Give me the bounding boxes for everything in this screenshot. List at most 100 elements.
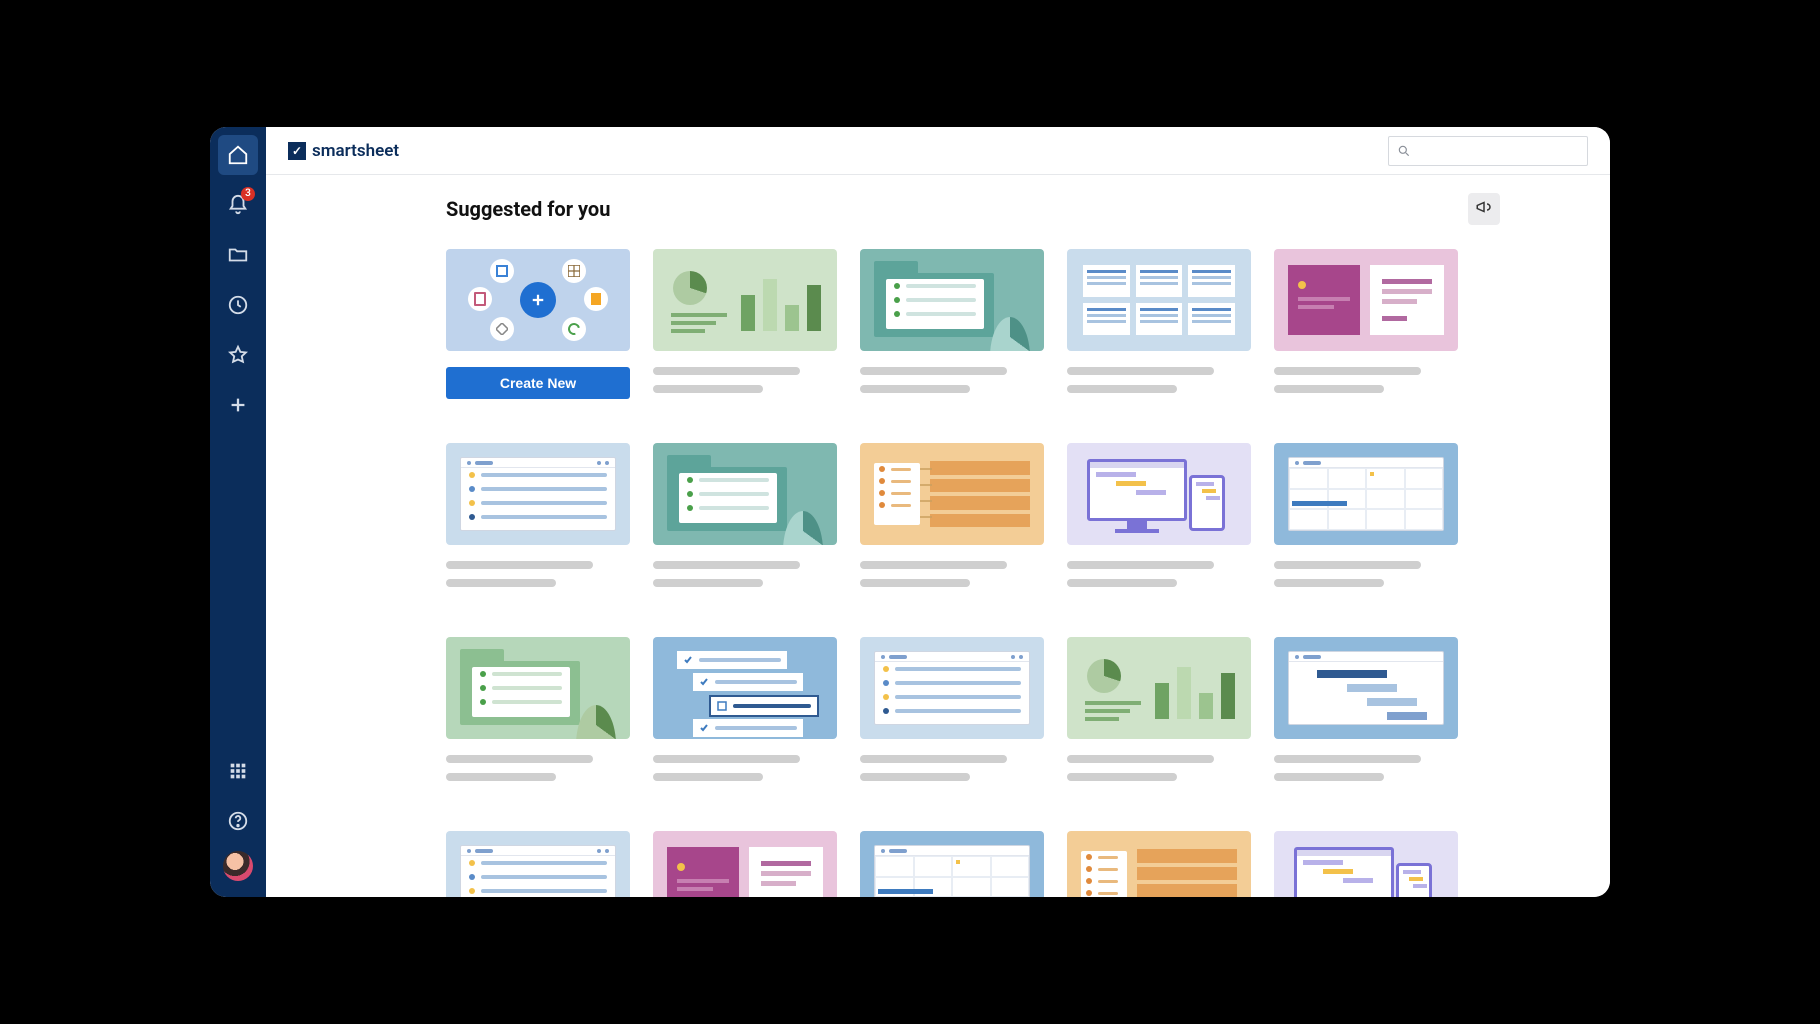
template-thumb-gantt-devices — [1067, 443, 1251, 545]
placeholder-line — [1067, 561, 1214, 569]
section-header: Suggested for you — [446, 193, 1500, 225]
template-thumb-folder-checklist — [653, 443, 837, 545]
template-thumb-kanban-blue — [1067, 249, 1251, 351]
placeholder-line — [860, 561, 1007, 569]
search-input[interactable] — [1388, 136, 1588, 166]
template-thumb-doc-pink — [653, 831, 837, 897]
template-card[interactable] — [1067, 249, 1251, 403]
placeholder-line — [1274, 755, 1421, 763]
create-new-button[interactable]: Create New — [446, 367, 630, 399]
template-thumb-list-blue — [446, 443, 630, 545]
placeholder-line — [860, 385, 970, 393]
nav-help[interactable] — [218, 801, 258, 841]
placeholder-line — [653, 385, 763, 393]
template-card[interactable] — [446, 443, 630, 597]
brand-name: smartsheet — [312, 141, 399, 161]
nav-notifications[interactable]: 3 — [218, 185, 258, 225]
template-card[interactable] — [1274, 443, 1458, 597]
template-card[interactable] — [1067, 443, 1251, 597]
template-grid: Create New — [446, 249, 1500, 897]
folder-icon — [227, 244, 249, 266]
create-new-card: Create New — [446, 249, 630, 403]
notification-badge: 3 — [241, 187, 255, 201]
template-card[interactable] — [1274, 249, 1458, 403]
template-card[interactable] — [860, 637, 1044, 791]
placeholder-line — [1067, 367, 1214, 375]
nav-add[interactable] — [218, 385, 258, 425]
placeholder-line — [1274, 385, 1384, 393]
create-new-thumb — [446, 249, 630, 351]
placeholder-line — [860, 773, 970, 781]
template-thumb-gantt-blue — [1274, 637, 1458, 739]
placeholder-line — [1274, 367, 1421, 375]
template-card[interactable] — [653, 443, 837, 597]
placeholder-line — [860, 755, 1007, 763]
placeholder-line — [1067, 773, 1177, 781]
nav-home[interactable] — [218, 135, 258, 175]
content-area: Suggested for you — [266, 175, 1610, 897]
placeholder-line — [1274, 773, 1384, 781]
home-icon — [227, 144, 249, 166]
template-card[interactable] — [653, 831, 837, 897]
user-avatar[interactable] — [223, 851, 253, 881]
template-card[interactable] — [653, 249, 837, 403]
template-card[interactable] — [446, 637, 630, 791]
nav-folder[interactable] — [218, 235, 258, 275]
placeholder-line — [446, 755, 593, 763]
nav-recents[interactable] — [218, 285, 258, 325]
template-thumb-folder-checklist-green — [446, 637, 630, 739]
template-thumb-report-orange — [860, 443, 1044, 545]
nav-apps[interactable] — [218, 751, 258, 791]
template-thumb-folder-checklist — [860, 249, 1044, 351]
template-thumb-report-orange — [1067, 831, 1251, 897]
template-card[interactable] — [653, 637, 837, 791]
template-thumb-doc-pink — [1274, 249, 1458, 351]
placeholder-line — [860, 579, 970, 587]
placeholder-line — [653, 773, 763, 781]
placeholder-line — [446, 579, 556, 587]
template-thumb-list-blue — [860, 637, 1044, 739]
main-region: ✓ smartsheet Suggested for you — [266, 127, 1610, 897]
clock-icon — [227, 294, 249, 316]
template-thumb-dashboard-green — [653, 249, 837, 351]
apps-grid-icon — [227, 760, 249, 782]
template-card[interactable] — [860, 831, 1044, 897]
placeholder-line — [653, 579, 763, 587]
placeholder-line — [446, 561, 593, 569]
placeholder-line — [653, 755, 800, 763]
placeholder-line — [653, 561, 800, 569]
brand[interactable]: ✓ smartsheet — [288, 141, 399, 161]
placeholder-line — [653, 367, 800, 375]
star-icon — [227, 344, 249, 366]
placeholder-line — [860, 367, 1007, 375]
app-window: 3 — [210, 127, 1610, 897]
placeholder-line — [1274, 579, 1384, 587]
brand-logo-icon: ✓ — [288, 142, 306, 160]
placeholder-line — [446, 773, 556, 781]
template-thumb-calendar-blue — [1274, 443, 1458, 545]
placeholder-line — [1067, 579, 1177, 587]
left-sidebar: 3 — [210, 127, 266, 897]
search-icon — [1397, 144, 1411, 158]
top-bar: ✓ smartsheet — [266, 127, 1610, 175]
template-card[interactable] — [1274, 831, 1458, 897]
template-card[interactable] — [1067, 637, 1251, 791]
template-card[interactable] — [1067, 831, 1251, 897]
template-thumb-gantt-devices — [1274, 831, 1458, 897]
template-thumb-checklist-cards — [653, 637, 837, 739]
template-thumb-list-blue — [446, 831, 630, 897]
placeholder-line — [1067, 755, 1214, 763]
template-card[interactable] — [860, 249, 1044, 403]
template-thumb-dashboard-green — [1067, 637, 1251, 739]
template-card[interactable] — [446, 831, 630, 897]
template-card[interactable] — [860, 443, 1044, 597]
announcements-button[interactable] — [1468, 193, 1500, 225]
template-thumb-calendar-blue — [860, 831, 1044, 897]
section-title: Suggested for you — [446, 197, 610, 221]
placeholder-line — [1067, 385, 1177, 393]
help-icon — [227, 810, 249, 832]
nav-favorites[interactable] — [218, 335, 258, 375]
template-card[interactable] — [1274, 637, 1458, 791]
megaphone-icon — [1475, 198, 1493, 220]
plus-icon — [227, 394, 249, 416]
